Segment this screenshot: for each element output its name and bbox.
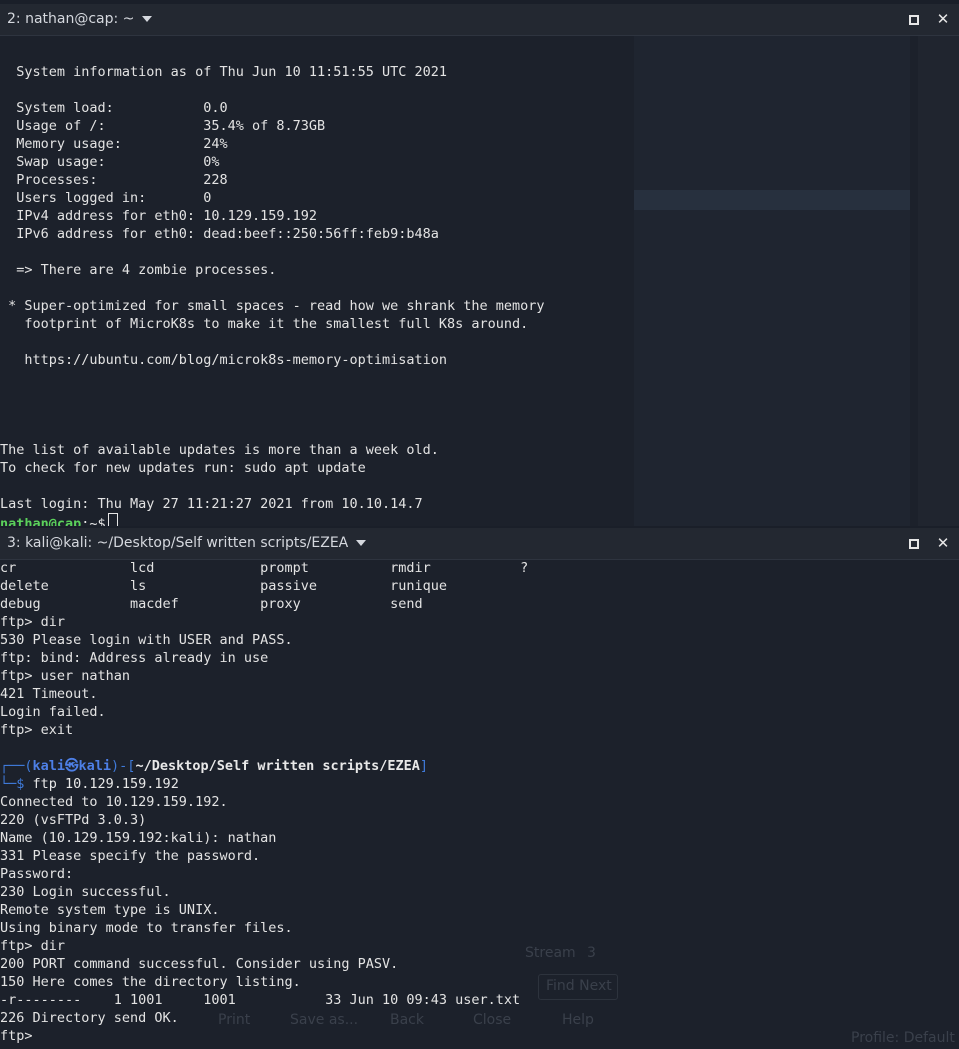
terminal-line: footprint of MicroK8s to make it the sma… <box>0 316 529 332</box>
terminal-line: -r-------- 1 1001 1001 33 Jun 10 09:43 u… <box>0 992 521 1008</box>
terminal-line: Password: <box>0 866 74 882</box>
terminal-line: Last login: Thu May 27 11:21:27 2021 fro… <box>0 496 423 512</box>
chevron-down-icon[interactable] <box>142 16 153 22</box>
terminal-line: System load: 0.0 <box>0 100 228 116</box>
terminal-line: Connected to 10.129.159.192. <box>0 794 228 810</box>
terminal-line: Using binary mode to transfer files. <box>0 920 293 936</box>
terminal-line: ftp> <box>0 1028 41 1044</box>
terminal-line: 331 Please specify the password. <box>0 848 261 864</box>
terminal-line: 530 Please login with USER and PASS. <box>0 632 293 648</box>
terminal-line: cr lcd prompt rmdir ? <box>0 560 529 576</box>
shell-prompt: nathan@cap:~$ <box>0 513 959 526</box>
pane-titlebar: 3: kali@kali: ~/Desktop/Self written scr… <box>0 528 959 560</box>
terminal-line: ftp> exit <box>0 722 74 738</box>
terminal-line: ftp: bind: Address already in use <box>0 650 269 666</box>
terminal-line: ftp> dir <box>0 938 66 954</box>
maximize-icon[interactable] <box>904 10 922 28</box>
terminal-line: Usage of /: 35.4% of 8.73GB <box>0 118 326 134</box>
kali-prompt-line-1: ┌──(kali㉿kali)-[~/Desktop/Self written s… <box>0 758 429 774</box>
terminal-line: * Super-optimized for small spaces - rea… <box>0 298 545 314</box>
terminal-line: Remote system type is UNIX. <box>0 902 220 918</box>
terminal-line: 200 PORT command successful. Consider us… <box>0 956 399 972</box>
terminal-line: 230 Login successful. <box>0 884 171 900</box>
terminal-line: 421 Timeout. <box>0 686 98 702</box>
terminal-line: Name (10.129.159.192:kali): nathan <box>0 830 277 846</box>
pane-titlebar: 2: nathan@cap: ~ ✕ <box>0 4 959 36</box>
terminal-line: delete ls passive runique <box>0 578 448 594</box>
close-icon[interactable]: ✕ <box>934 534 952 552</box>
terminal-line: 150 Here comes the directory listing. <box>0 974 301 990</box>
terminal-line: System information as of Thu Jun 10 11:5… <box>0 64 448 80</box>
terminal-line: Memory usage: 24% <box>0 136 228 152</box>
terminal-line: Users logged in: 0 <box>0 190 212 206</box>
terminal-line: Login failed. <box>0 704 106 720</box>
close-icon[interactable]: ✕ <box>934 10 952 28</box>
terminal-pane-bottom[interactable]: 3: kali@kali: ~/Desktop/Self written scr… <box>0 528 959 1049</box>
terminal-output[interactable]: System information as of Thu Jun 10 11:5… <box>0 45 959 526</box>
terminal-line: The list of available updates is more th… <box>0 442 439 458</box>
terminal-line: To check for new updates run: sudo apt u… <box>0 460 366 476</box>
terminal-line: ftp> user nathan <box>0 668 131 684</box>
terminal-line: Processes: 228 <box>0 172 228 188</box>
terminal-line: => There are 4 zombie processes. <box>0 262 277 278</box>
terminal-line: IPv4 address for eth0: 10.129.159.192 <box>0 208 317 224</box>
terminal-line: Swap usage: 0% <box>0 154 220 170</box>
terminal-pane-top[interactable]: 2: nathan@cap: ~ ✕ System information as… <box>0 4 959 526</box>
terminal-line: IPv6 address for eth0: dead:beef::250:56… <box>0 226 439 242</box>
terminal-output[interactable]: cr lcd prompt rmdir ? delete ls passive r… <box>0 559 959 1049</box>
text-cursor <box>107 513 118 526</box>
pane-title[interactable]: 2: nathan@cap: ~ <box>7 11 153 27</box>
chevron-down-icon[interactable] <box>356 540 367 546</box>
terminal-line: ftp> dir <box>0 614 66 630</box>
kali-prompt-line-2: └─$ ftp 10.129.159.192 <box>0 776 179 792</box>
terminal-line: 220 (vsFTPd 3.0.3) <box>0 812 147 828</box>
pane-title[interactable]: 3: kali@kali: ~/Desktop/Self written scr… <box>7 535 367 551</box>
terminal-line: 226 Directory send OK. <box>0 1010 179 1026</box>
terminal-line: debug macdef proxy send <box>0 596 423 612</box>
maximize-icon[interactable] <box>904 534 922 552</box>
terminal-line: https://ubuntu.com/blog/microk8s-memory-… <box>0 352 448 368</box>
